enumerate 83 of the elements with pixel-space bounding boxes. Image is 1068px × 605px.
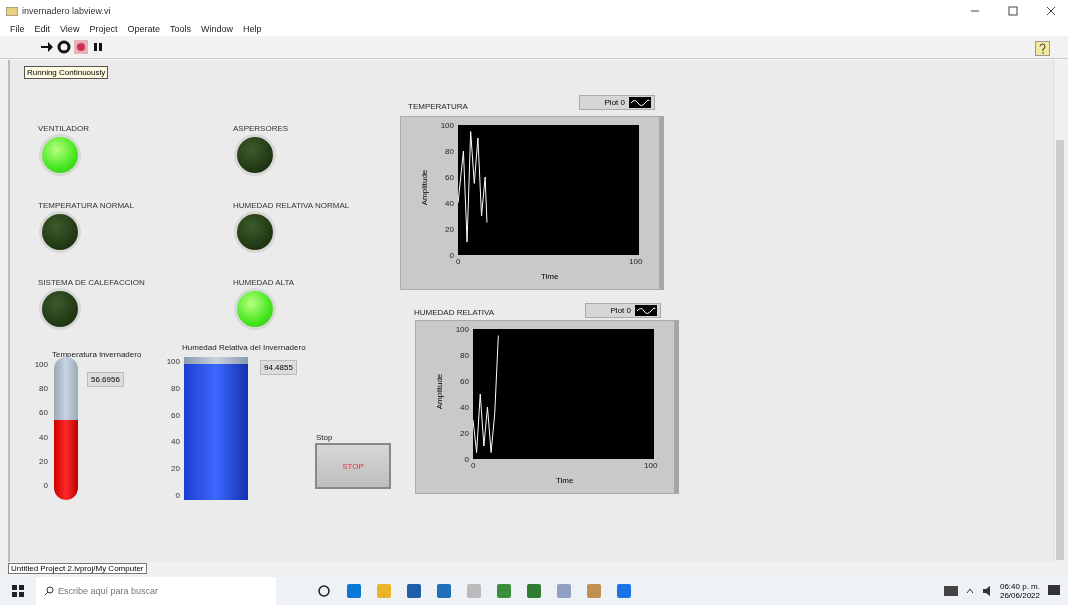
start-icon[interactable] xyxy=(12,585,24,597)
scale-label: 20 xyxy=(39,456,48,466)
y-tick-label: 60 xyxy=(445,172,454,182)
circle-icon[interactable] xyxy=(316,583,332,599)
scrollbar[interactable] xyxy=(1053,60,1066,563)
graph-title: HUMEDAD RELATIVA xyxy=(414,308,495,317)
y-tick-label: 60 xyxy=(460,376,469,386)
indicator-label: ASPERSORES xyxy=(233,124,290,133)
indicator-label: SISTEMA DE CALEFACCION xyxy=(38,278,146,287)
run-continuously-icon[interactable] xyxy=(57,40,71,54)
y-tick-label: 40 xyxy=(460,402,469,412)
run-status-label: Running Continuously xyxy=(24,66,109,79)
menu-item[interactable]: Project xyxy=(89,24,118,34)
scale-label: 20 xyxy=(171,464,180,474)
y-tick-label: 100 xyxy=(440,120,454,130)
y-tick-label: 20 xyxy=(445,224,454,234)
clock-date: 26/06/2022 xyxy=(999,591,1040,600)
app-icon[interactable] xyxy=(346,583,362,599)
legend-label: Plot 0 xyxy=(604,98,625,107)
scale-label: 100 xyxy=(166,357,180,366)
scale-label: 60 xyxy=(171,410,180,420)
clock-time: 06:40 p. m. xyxy=(999,582,1040,591)
axis-label: Amplitude xyxy=(435,373,445,410)
x-tick-label: 0 xyxy=(456,257,461,266)
chevron-icon[interactable] xyxy=(965,587,974,595)
scale-label: 60 xyxy=(39,408,48,418)
app-icon[interactable] xyxy=(496,583,512,599)
menu-item[interactable]: Operate xyxy=(127,24,160,34)
y-tick-label: 100 xyxy=(455,324,469,334)
scale-label: 40 xyxy=(171,437,180,447)
maximize-icon[interactable] xyxy=(1008,6,1018,16)
axis-label: Time xyxy=(541,272,559,281)
waveform-icon xyxy=(629,97,651,108)
y-tick-label: 80 xyxy=(460,350,469,360)
speaker-icon[interactable] xyxy=(981,586,992,596)
waveform-icon xyxy=(635,305,657,316)
tank-label: Humedad Relativa del Invernadero xyxy=(182,343,306,352)
value-display: 94.4855 xyxy=(260,360,297,375)
menu-item[interactable]: Edit xyxy=(34,24,51,34)
search-field[interactable]: Escribe aquí para buscar xyxy=(36,577,276,605)
stop-label: Stop xyxy=(316,433,333,442)
axis-label: Time xyxy=(556,476,574,485)
thermometer-label: Temperatura invernadero xyxy=(52,350,142,359)
app-icon[interactable] xyxy=(616,583,632,599)
pause-icon[interactable] xyxy=(91,40,105,54)
y-tick-label: 40 xyxy=(445,198,454,208)
scale-label: 80 xyxy=(39,384,48,394)
plot-legend[interactable]: Plot 0 xyxy=(585,303,661,318)
app-icon[interactable] xyxy=(526,583,542,599)
axis-label: Amplitude xyxy=(420,169,430,206)
indicator-label: TEMPERATURA NORMAL xyxy=(38,201,135,210)
app-icon[interactable] xyxy=(586,583,602,599)
y-tick-label: 20 xyxy=(460,428,469,438)
value-display: 56.6956 xyxy=(87,372,124,387)
y-tick-label: 80 xyxy=(445,146,454,156)
scale-label: 0 xyxy=(175,491,180,500)
scale-label: 0 xyxy=(43,480,48,490)
close-icon[interactable] xyxy=(1046,6,1056,16)
scale-label: 40 xyxy=(39,432,48,442)
menu-item[interactable]: File xyxy=(10,24,25,34)
plot-legend[interactable]: Plot 0 xyxy=(579,95,655,110)
menu-item[interactable]: Help xyxy=(242,24,262,34)
x-tick-label: 0 xyxy=(471,461,476,470)
window-title: invernadero labview.vi xyxy=(22,6,112,16)
indicator-label: VENTILADOR xyxy=(38,124,91,133)
x-tick-label: 100 xyxy=(644,461,658,470)
scale-label: 80 xyxy=(171,383,180,393)
y-tick-label: 0 xyxy=(464,454,469,464)
run-arrow-icon[interactable] xyxy=(40,40,54,54)
scale-label: 100 xyxy=(34,360,48,369)
help-icon[interactable] xyxy=(1035,41,1050,56)
x-tick-label: 100 xyxy=(629,257,643,266)
app-icon[interactable] xyxy=(406,583,422,599)
app-icon xyxy=(6,6,18,16)
y-tick-label: 0 xyxy=(449,250,454,260)
graph-title: TEMPERATURA xyxy=(408,102,468,111)
status-bar: Untitled Project 2.lvproj/My Computer xyxy=(8,563,147,574)
menu-item[interactable]: View xyxy=(60,24,80,34)
indicator-label: HUMEDAD ALTA xyxy=(233,278,296,287)
legend-label: Plot 0 xyxy=(610,306,631,315)
menu-item[interactable]: Window xyxy=(200,24,233,34)
app-icon[interactable] xyxy=(436,583,452,599)
menu-item[interactable]: Tools xyxy=(169,24,191,34)
